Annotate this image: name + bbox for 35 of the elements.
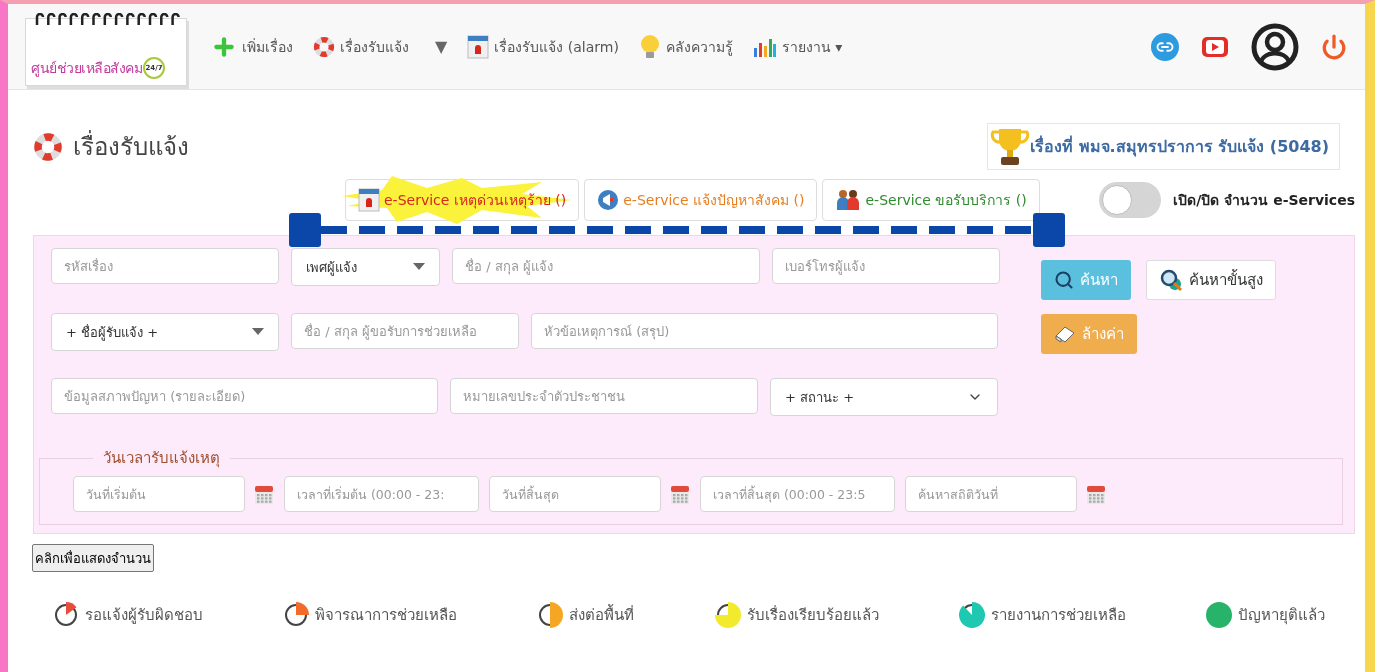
- status-legend-label: รอแจ้งผู้รับผิดชอบ: [85, 605, 203, 626]
- date-field[interactable]: วันที่สิ้นสุด: [489, 476, 661, 512]
- text-field[interactable]: ชื่อ / สกุล ผู้ขอรับการช่วยเหลือ: [291, 313, 519, 349]
- text-field[interactable]: ข้อมูลสภาพปัญหา (รายละเอียด): [51, 378, 438, 414]
- status-legend-label: รับเรื่องเรียบร้อยแล้ว: [746, 604, 879, 626]
- time-field[interactable]: เวลาที่สิ้นสุด (00:00 - 23:5: [700, 476, 895, 512]
- dropdown-field[interactable]: เพศผู้แจ้ง: [291, 248, 440, 286]
- nav-menu-item[interactable]: เรื่องรับแจ้ง (alarm): [467, 34, 619, 59]
- text-field[interactable]: รหัสเรื่อง: [51, 248, 279, 284]
- text-field[interactable]: เบอร์โทรผู้แจ้ง: [772, 248, 1000, 284]
- status-legend-label: รายงานการช่วยเหลือ: [990, 605, 1126, 626]
- nav-menu-item[interactable]: รายงาน ▾: [752, 35, 843, 58]
- status-legend-label: ส่งต่อพื้นที่: [569, 603, 635, 626]
- nav-menu-item[interactable]: เพิ่มเรื่อง: [211, 33, 293, 60]
- show-count-button[interactable]: คลิกเพื่อแสดงจำนวน: [32, 544, 154, 572]
- fieldset-legend: วันเวลารับแจ้งเหตุ: [93, 446, 230, 470]
- text-field[interactable]: ชื่อ / สกุล ผู้แจ้ง: [452, 248, 760, 284]
- nav-menu-item[interactable]: เรื่องรับแจ้ง: [313, 35, 409, 58]
- dropdown-caret[interactable]: ▼: [435, 37, 448, 56]
- dropdown-field[interactable]: + สถานะ +: [770, 378, 998, 416]
- advanced-search-button[interactable]: ค้นหาขั้นสูง: [1146, 260, 1276, 300]
- page-title-text: เรื่องรับแจ้ง: [73, 127, 189, 166]
- status-legend-label: พิจารณาการช่วยเหลือ: [315, 605, 458, 626]
- text-field[interactable]: หัวข้อเหตุการณ์ (สรุป): [531, 313, 998, 349]
- date-field[interactable]: ค้นหาสถิติวันที่: [905, 476, 1077, 512]
- tab[interactable]: e-Service ขอรับบริการ (): [822, 179, 1040, 221]
- nav-menu-item[interactable]: คลังความรู้: [638, 33, 733, 60]
- trophy-text: เรื่องที่ พมจ.สมุทรปราการ รับแจ้ง (5048): [1030, 134, 1329, 159]
- toggle-label: เปิด/ปิด จำนวน e-Services: [1173, 191, 1355, 210]
- dropdown-field[interactable]: + ชื่อผู้รับแจ้ง +: [51, 313, 279, 351]
- status-legend-label: ปัญหายุติแล้ว: [1237, 605, 1325, 627]
- date-field[interactable]: วันที่เริ่มต้น: [73, 476, 245, 512]
- time-field[interactable]: เวลาที่เริ่มต้น (00:00 - 23:: [284, 476, 479, 512]
- logo-text: ศูนย์ช่วยเหลือสังคม: [31, 58, 142, 79]
- text-field[interactable]: หมายเลขประจำตัวประชาชน: [450, 378, 758, 414]
